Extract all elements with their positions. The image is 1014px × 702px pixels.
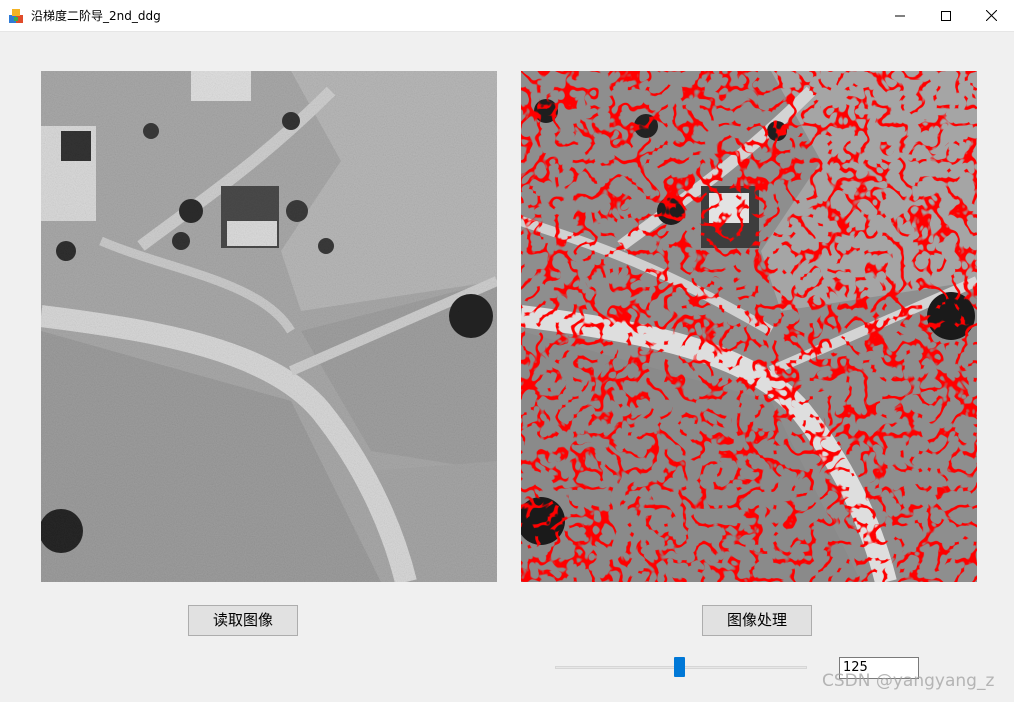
maximize-button[interactable] <box>923 0 969 31</box>
processed-image-box <box>521 71 977 582</box>
original-aerial-image <box>41 71 497 582</box>
minimize-icon <box>895 15 905 16</box>
watermark-text: CSDN @yangyang_z <box>822 671 995 691</box>
process-image-button[interactable]: 图像处理 <box>702 605 812 636</box>
window-title: 沿梯度二阶导_2nd_ddg <box>31 9 161 23</box>
threshold-slider[interactable] <box>555 655 807 679</box>
original-image-box <box>41 71 497 582</box>
processed-edge-image <box>521 71 977 582</box>
colored-blocks-icon <box>9 9 23 23</box>
maximize-icon <box>941 10 951 21</box>
close-button[interactable] <box>968 0 1014 31</box>
minimize-button[interactable] <box>877 0 923 31</box>
slider-thumb[interactable] <box>673 657 685 677</box>
read-image-button[interactable]: 读取图像 <box>188 605 298 636</box>
close-icon <box>985 10 997 21</box>
title-bar[interactable]: 沿梯度二阶导_2nd_ddg <box>0 0 1014 32</box>
